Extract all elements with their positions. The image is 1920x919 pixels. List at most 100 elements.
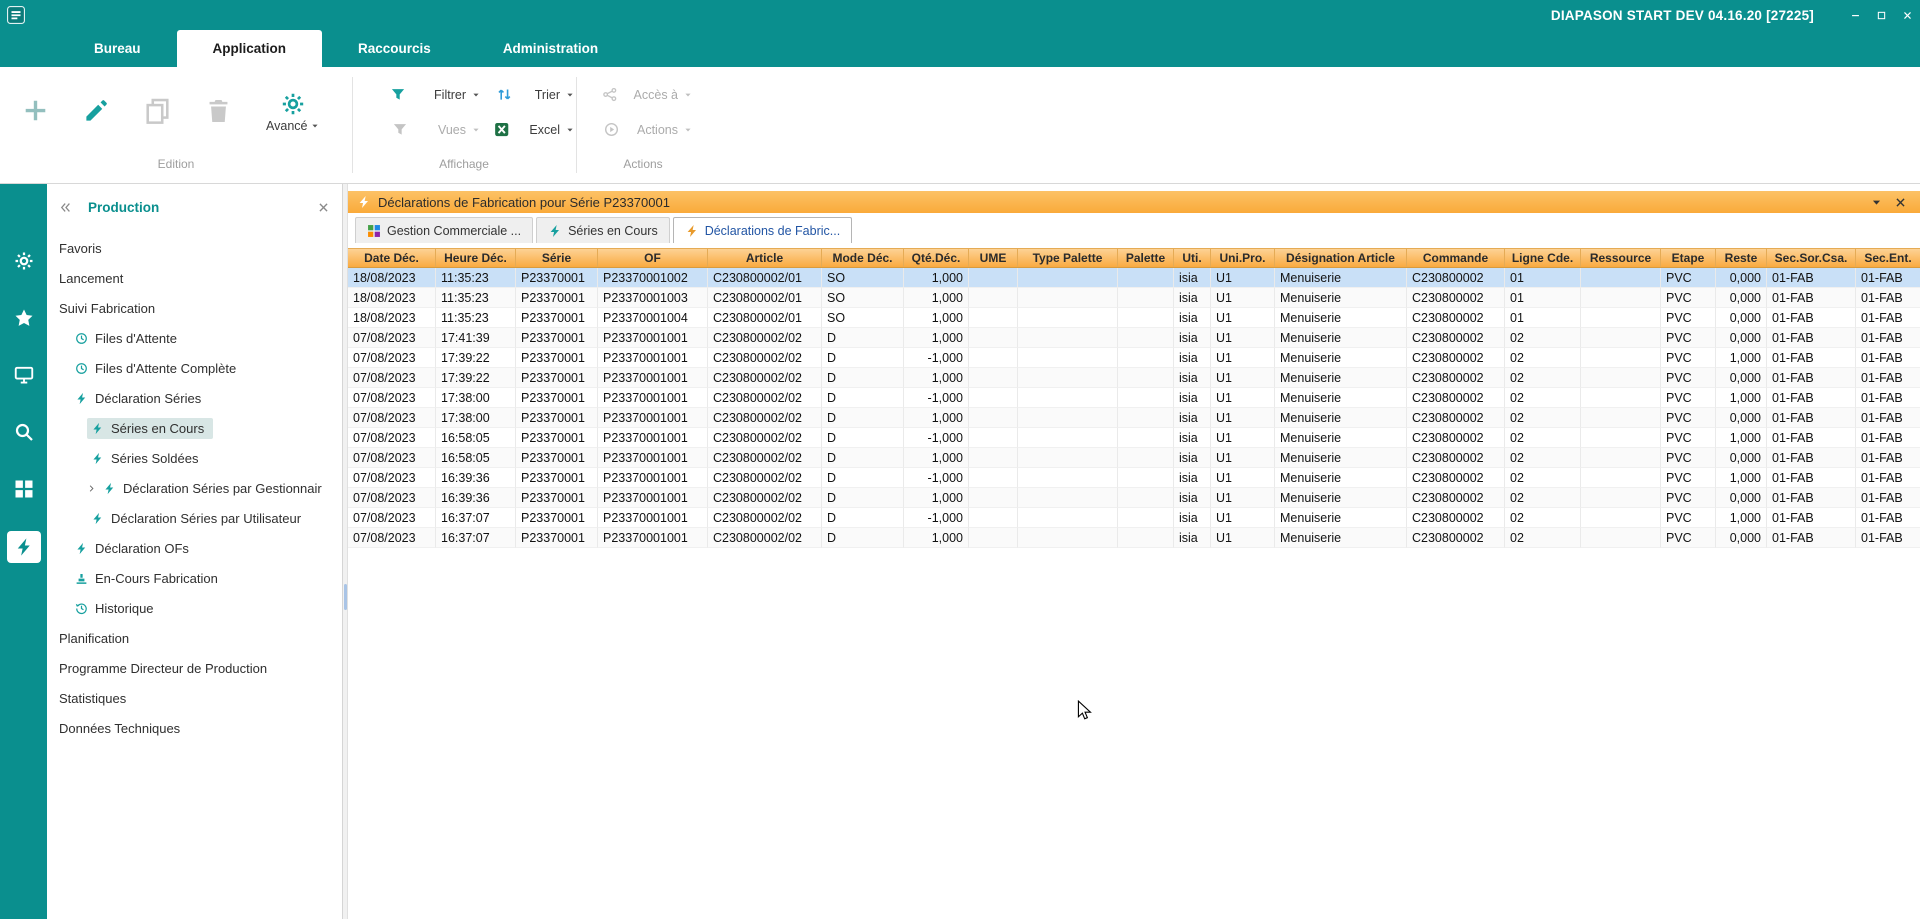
sidebar-splitter[interactable]: [343, 184, 348, 919]
bolt-icon: [103, 482, 116, 495]
column-header-reste[interactable]: Reste: [1716, 249, 1767, 267]
module-favorites-button[interactable]: [7, 303, 41, 333]
sidebar-item-planification[interactable]: Planification: [47, 623, 342, 653]
edit-button[interactable]: [83, 97, 110, 127]
actions-button[interactable]: Actions: [592, 122, 692, 137]
table-cell: 01-FAB: [1767, 468, 1856, 488]
caret-down-icon: [684, 126, 692, 134]
vues-button[interactable]: Vues: [368, 122, 480, 137]
table-row[interactable]: 07/08/202317:39:22P23370001P23370001001C…: [348, 348, 1920, 368]
table-row[interactable]: 07/08/202316:39:36P23370001P23370001001C…: [348, 488, 1920, 508]
menu-tab-administration[interactable]: Administration: [467, 30, 634, 67]
table-row[interactable]: 07/08/202316:37:07P23370001P23370001001C…: [348, 508, 1920, 528]
table-row[interactable]: 07/08/202316:58:05P23370001P23370001001C…: [348, 448, 1920, 468]
window-minimize-button[interactable]: [1842, 0, 1868, 30]
tab-gestion-commerciale[interactable]: Gestion Commerciale ...: [355, 217, 533, 243]
advanced-button[interactable]: Avancé: [266, 92, 319, 133]
table-cell: 1,000: [904, 408, 969, 428]
window-maximize-button[interactable]: [1868, 0, 1894, 30]
column-header-qte-dec[interactable]: Qté.Déc.: [904, 249, 969, 267]
table-cell: PVC: [1661, 368, 1716, 388]
sidebar-item-declaration-series-par-utilisateur[interactable]: Déclaration Séries par Utilisateur: [47, 503, 342, 533]
module-search-button[interactable]: [7, 417, 41, 447]
filtrer-button[interactable]: Filtrer: [368, 87, 480, 102]
table-row[interactable]: 07/08/202317:38:00P23370001P23370001001C…: [348, 388, 1920, 408]
column-header-commande[interactable]: Commande: [1407, 249, 1505, 267]
delete-button[interactable]: [205, 97, 232, 127]
table-row[interactable]: 07/08/202317:41:39P23370001P23370001001C…: [348, 328, 1920, 348]
window-close-button[interactable]: [1894, 0, 1920, 30]
column-header-uni-pro[interactable]: Uni.Pro.: [1211, 249, 1275, 267]
expand-icon[interactable]: [87, 484, 96, 493]
table-cell: 0,000: [1716, 308, 1767, 328]
column-header-mode-dec[interactable]: Mode Déc.: [822, 249, 904, 267]
tab-series-en-cours[interactable]: Séries en Cours: [536, 217, 670, 243]
sidebar-item-suivi-fabrication[interactable]: Suivi Fabrication: [47, 293, 342, 323]
menu-tab-application[interactable]: Application: [177, 30, 323, 67]
table-row[interactable]: 07/08/202317:38:00P23370001P23370001001C…: [348, 408, 1920, 428]
acces-a-button[interactable]: Accès à: [592, 87, 692, 102]
sidebar-item-files-d-attente-complete[interactable]: Files d'Attente Complète: [47, 353, 342, 383]
column-header-ume[interactable]: UME: [969, 249, 1018, 267]
column-header-ressource[interactable]: Ressource: [1581, 249, 1661, 267]
module-data-tables-button[interactable]: [7, 474, 41, 504]
table-cell: P23370001: [516, 308, 598, 328]
module-modules-button[interactable]: [7, 246, 41, 276]
column-header-date-dec[interactable]: Date Déc.: [348, 249, 436, 267]
sidebar-item-historique[interactable]: Historique: [47, 593, 342, 623]
sidebar-item-statistiques[interactable]: Statistiques: [47, 683, 342, 713]
table-row[interactable]: 18/08/202311:35:23P23370001P23370001002C…: [348, 268, 1920, 288]
excel-button[interactable]: Excel: [480, 122, 574, 137]
table-row[interactable]: 07/08/202316:37:07P23370001P23370001001C…: [348, 528, 1920, 548]
table-row[interactable]: 18/08/202311:35:23P23370001P23370001003C…: [348, 288, 1920, 308]
table-cell: [1581, 468, 1661, 488]
table-cell: Menuiserie: [1275, 288, 1407, 308]
table-cell: [1118, 328, 1174, 348]
panel-close-button[interactable]: [1894, 196, 1907, 209]
add-button[interactable]: [22, 97, 49, 127]
sidebar-item-favoris[interactable]: Favoris: [47, 233, 342, 263]
column-header-sec-sor-csa[interactable]: Sec.Sor.Csa.: [1767, 249, 1856, 267]
sidebar-item-series-en-cours[interactable]: Séries en Cours: [47, 413, 342, 443]
table-row[interactable]: 07/08/202316:39:36P23370001P23370001001C…: [348, 468, 1920, 488]
sidebar-item-declaration-series-par-gestionnair[interactable]: Déclaration Séries par Gestionnair: [47, 473, 342, 503]
sidebar-item-programme-directeur-de-production[interactable]: Programme Directeur de Production: [47, 653, 342, 683]
table-row[interactable]: 07/08/202316:58:05P23370001P23370001001C…: [348, 428, 1920, 448]
sidebar-close-button[interactable]: [317, 201, 330, 214]
sidebar-item-label: Historique: [95, 601, 154, 616]
column-header-sec-ent[interactable]: Sec.Ent.: [1856, 249, 1920, 267]
sidebar-item-donnees-techniques[interactable]: Données Techniques: [47, 713, 342, 743]
sidebar-item-series-soldees[interactable]: Séries Soldées: [47, 443, 342, 473]
sidebar-item-lancement[interactable]: Lancement: [47, 263, 342, 293]
tab-declarations-de-fabric[interactable]: Déclarations de Fabric...: [673, 217, 852, 243]
sidebar-item-declaration-ofs[interactable]: Déclaration OFs: [47, 533, 342, 563]
sidebar-collapse-button[interactable]: [59, 201, 72, 214]
table-row[interactable]: 18/08/202311:35:23P23370001P23370001004C…: [348, 308, 1920, 328]
column-header-palette[interactable]: Palette: [1118, 249, 1174, 267]
table-cell: 01-FAB: [1856, 508, 1920, 528]
column-header-type-palette[interactable]: Type Palette: [1018, 249, 1118, 267]
sidebar-item-en-cours-fabrication[interactable]: En-Cours Fabrication: [47, 563, 342, 593]
menu-tab-bureau[interactable]: Bureau: [58, 30, 177, 67]
column-header-serie[interactable]: Série: [516, 249, 598, 267]
sidebar-item-declaration-series[interactable]: Déclaration Séries: [47, 383, 342, 413]
panel-collapse-button[interactable]: [1871, 197, 1882, 208]
column-header-designation-article[interactable]: Désignation Article: [1275, 249, 1407, 267]
sidebar-nav: FavorisLancementSuivi FabricationFiles d…: [47, 233, 342, 743]
column-header-uti[interactable]: Uti.: [1174, 249, 1211, 267]
column-header-article[interactable]: Article: [708, 249, 822, 267]
sidebar-item-files-d-attente[interactable]: Files d'Attente: [47, 323, 342, 353]
menu-tab-raccourcis[interactable]: Raccourcis: [322, 30, 467, 67]
table-cell: 0,000: [1716, 328, 1767, 348]
splitter-grip[interactable]: [344, 584, 347, 610]
column-header-of[interactable]: OF: [598, 249, 708, 267]
copy-button[interactable]: [144, 97, 171, 127]
column-header-heure-dec[interactable]: Heure Déc.: [436, 249, 516, 267]
column-header-ligne-cde[interactable]: Ligne Cde.: [1505, 249, 1581, 267]
column-header-etape[interactable]: Etape: [1661, 249, 1716, 267]
table-row[interactable]: 07/08/202317:39:22P23370001P23370001001C…: [348, 368, 1920, 388]
module-production-button[interactable]: [7, 531, 41, 563]
module-desktop-button[interactable]: [7, 360, 41, 390]
table-cell: P23370001001: [598, 408, 708, 428]
trier-button[interactable]: Trier: [480, 87, 574, 102]
